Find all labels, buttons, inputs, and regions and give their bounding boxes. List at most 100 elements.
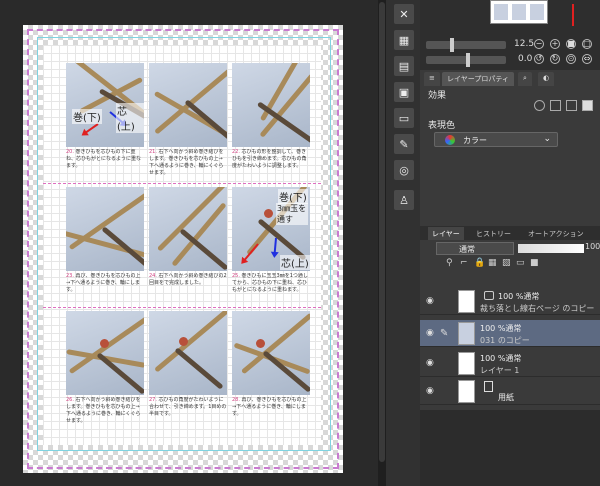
person-icon[interactable]: ♙	[394, 190, 414, 210]
step-caption: 巻きひもを芯ひもの下に重ね、芯ひもがとになるように重なます。	[66, 149, 142, 169]
canvas-area[interactable]: 巻(下) 芯(上) 20. 巻きひもを芯ひもの下に重ね、芯ひもがとになるように重…	[0, 0, 378, 486]
grid-icon[interactable]: ▦	[394, 30, 414, 50]
step-caption: 右下へ向かう斜め巻き結びをします。巻きひもを芯ひもの上→下へ通るように巻き、輪に…	[66, 397, 141, 424]
opacity-slider[interactable]	[518, 244, 584, 253]
panel-menu-icon[interactable]: ≡	[424, 72, 440, 86]
expression-color-select[interactable]: カラー ⌄	[434, 132, 558, 147]
actual-size-icon[interactable]: ■	[566, 39, 576, 49]
zoom-out-icon[interactable]: −	[534, 39, 544, 49]
blue-arrow	[273, 237, 277, 255]
layer-row[interactable]: ◉ 100 %通常 裁ち落とし線右ページ のコピー	[420, 288, 600, 315]
step-caption: 芯ひもの形を整調して、巻きひもを引き締めます。芯ひもの角度がたわいように調整しま…	[232, 149, 307, 169]
layer-row-selected[interactable]: ◉ ✎ 100 %通常 031 のコピー	[420, 320, 600, 347]
step-cell: 巻(下) 3㎜玉を通す 芯(上) 25. 巻きひもに玉玉3㎜を1つ通してから、芯…	[232, 187, 310, 301]
step-caption: 再び、巻きひもを芯ひもの上→下へ通るように巻き、輪にします。	[66, 273, 141, 293]
tab-auto-action[interactable]: オートアクション	[524, 227, 588, 240]
step-caption: 再び、巻きひもを芯ひもの上→下へ通るように巻き、輪にします。	[232, 397, 307, 417]
label-core-over: 芯(上)	[116, 103, 144, 133]
eye-icon[interactable]: ◉	[426, 297, 436, 306]
label-wrap-under: 巻(下)	[278, 189, 308, 204]
label-core-over: 芯(上)	[280, 255, 310, 270]
zoom-slider[interactable]	[426, 38, 506, 52]
step-photo	[149, 311, 227, 395]
canvas-vertical-scrollbar[interactable]	[378, 0, 386, 486]
folder-icon[interactable]: ▭	[394, 108, 414, 128]
step-cell: 巻(下) 芯(上) 20. 巻きひもを芯ひもの下に重ね、芯ひもがとになるように重…	[66, 63, 144, 177]
step-caption: 巻きひもに玉玉3㎜を1つ通してから、芯ひもの下に重ね、芯ひもがとになるように重ね…	[232, 273, 308, 293]
color-mode-icon	[445, 135, 455, 145]
step-cell: 23. 再び、巻きひもを芯ひもの上→下へ通るように巻き、輪にします。	[66, 187, 144, 301]
ruler-icon[interactable]: ▭	[516, 258, 526, 268]
layer-panel-tabs: レイヤー ヒストリー オートアクション	[420, 226, 600, 240]
scroll-thumb[interactable]	[379, 2, 385, 462]
page[interactable]: 巻(下) 芯(上) 20. 巻きひもを芯ひもの下に重ね、芯ひもがとになるように重…	[23, 25, 343, 473]
eye-icon[interactable]: ◉	[426, 359, 436, 368]
layer-panel-empty-area[interactable]	[420, 410, 600, 486]
navigator-controls: 12.5 0.0 − + ■ ▢ ↺ ↻ ⊙ ⇔	[420, 36, 600, 70]
mask-effect-icon[interactable]	[582, 100, 593, 111]
rotate-right-icon[interactable]: ↻	[550, 54, 560, 64]
flip-icon[interactable]: ⇔	[582, 54, 592, 64]
eye-icon[interactable]: ◉	[426, 387, 436, 396]
step-cell: 22. 芯ひもの形を整調して、巻きひもを引き締めます。芯ひもの角度がたわいように…	[232, 63, 310, 177]
right-panel: 12.5 0.0 − + ■ ▢ ↺ ↻ ⊙ ⇔ ≡ レイヤープロパティ ⌕ ◐…	[420, 0, 600, 486]
navigator-preview	[420, 0, 600, 36]
step-cell: 28. 再び、巻きひもを芯ひもの上→下へ通るように巻き、輪にします。	[232, 311, 310, 425]
layer-color-icon[interactable]	[566, 100, 577, 111]
folder-icon	[484, 291, 494, 300]
tone-effect-icon[interactable]	[550, 100, 561, 111]
step-photo	[232, 311, 310, 395]
tab-layer[interactable]: レイヤー	[428, 227, 464, 240]
step-photo	[232, 63, 310, 147]
row-separator	[43, 307, 321, 308]
ruler-icon[interactable]: ▤	[394, 56, 414, 76]
fit-icon[interactable]: ▢	[582, 39, 592, 49]
eye-icon[interactable]: ◉	[426, 329, 436, 338]
bead	[100, 339, 109, 348]
command-bar: ✕ ▦ ▤ ▣ ▭ ✎ ◎ ♙	[386, 0, 420, 486]
border-effect-icon[interactable]	[534, 100, 545, 111]
zoom-in-icon[interactable]: +	[550, 39, 560, 49]
tab-history[interactable]: ヒストリー	[472, 227, 515, 240]
clip-icon[interactable]: ⌐	[460, 258, 470, 268]
chevron-down-icon: ⌄	[543, 134, 551, 144]
step-photo	[66, 311, 144, 395]
reset-rotate-icon[interactable]: ⊙	[566, 54, 576, 64]
edit-icon[interactable]: ✎	[394, 134, 414, 154]
layer-row[interactable]: ◉ 100 %通常 レイヤー 1	[420, 350, 600, 377]
camera-icon[interactable]: ◎	[394, 160, 414, 180]
tab-search-layer[interactable]: ⌕	[518, 72, 532, 86]
rotate-value: 0.0	[518, 54, 533, 64]
layer-color-icon[interactable]: ■	[530, 258, 540, 268]
tab-layer-search[interactable]: ◐	[538, 72, 555, 86]
material-icon[interactable]: ▣	[394, 82, 414, 102]
navigator-frame-marker	[572, 4, 574, 26]
step-photo	[149, 187, 227, 271]
navigator-thumbnail[interactable]	[490, 0, 548, 24]
layer-thumbnail	[458, 290, 475, 313]
reference-layer-icon[interactable]: ⚲	[446, 258, 456, 268]
lock-icon[interactable]: 🔒	[474, 258, 485, 268]
rotate-slider[interactable]	[426, 53, 506, 67]
step-caption: 右下へ向かう斜め巻き結びをします。巻きひもを芯ひもの上→下へ通るように巻き、輪に…	[149, 149, 224, 176]
layer-row[interactable]: ◉ 用紙	[420, 378, 600, 405]
red-arrow	[84, 123, 99, 134]
step-caption: 右下へ向かう斜め巻き結びの2回目をで完成しました。	[149, 273, 227, 286]
expression-color-label: 表現色	[428, 121, 456, 131]
tab-layer-property[interactable]: レイヤープロパティ	[442, 72, 514, 86]
rotate-left-icon[interactable]: ↺	[534, 54, 544, 64]
mask-icon[interactable]: ▧	[502, 258, 512, 268]
paper-icon	[484, 381, 493, 392]
bead	[179, 337, 188, 346]
close-icon[interactable]: ✕	[394, 4, 414, 24]
step-cell: 21. 右下へ向かう斜め巻き結びをします。巻きひもを芯ひもの上→下へ通るように巻…	[149, 63, 227, 177]
lock-transparency-icon[interactable]: ▦	[488, 258, 498, 268]
step-photo: 巻(下) 芯(上)	[66, 63, 144, 147]
label-wrap-under: 巻(下)	[72, 109, 102, 124]
blend-mode-select[interactable]: 通常	[436, 242, 514, 255]
step-caption: 芯ひもの角度がたわいように合わせて、引き締めます。1目めの半目です。	[149, 397, 227, 417]
zoom-value: 12.5	[514, 39, 535, 49]
step-cell: 24. 右下へ向かう斜め巻き結びの2回目をで完成しました。	[149, 187, 227, 301]
step-cell: 26. 右下へ向かう斜め巻き結びをします。巻きひもを芯ひもの上→下へ通るように巻…	[66, 311, 144, 425]
layer-toolbar-icons: ⚲ ⌐ 🔒 ▦ ▧ ▭ ■	[446, 258, 596, 272]
